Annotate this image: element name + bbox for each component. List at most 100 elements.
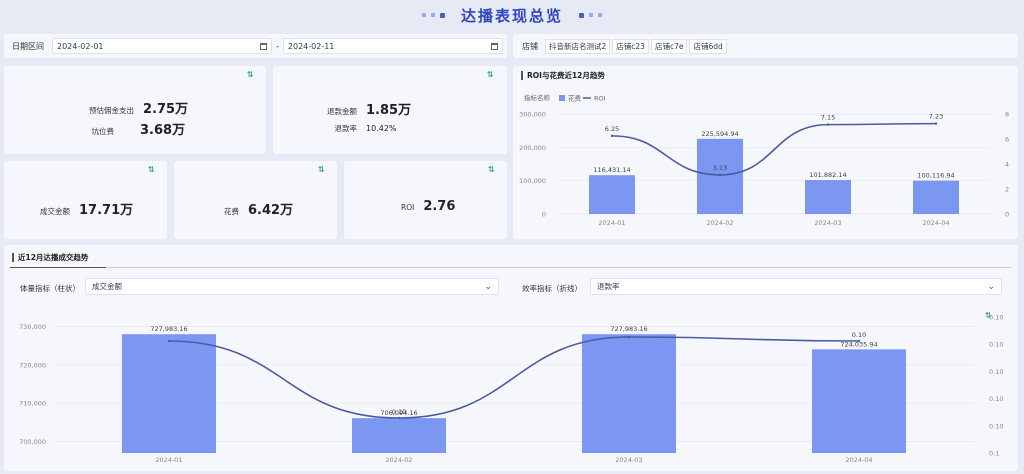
- y-axis-left-tick: 100,000: [519, 177, 546, 185]
- y-axis-left-tick: 710,000: [19, 400, 46, 408]
- roi-line-series[interactable]: [611, 122, 937, 176]
- line-value-label: 0.10: [852, 331, 866, 339]
- slot-fee-label: 坑位费: [91, 127, 115, 136]
- commission-value: 2.75万: [143, 102, 189, 117]
- date-separator: -: [276, 41, 279, 51]
- bar[interactable]: [122, 334, 216, 453]
- cost-value: 6.42万: [248, 203, 294, 218]
- store-tag[interactable]: 店铺6dd: [689, 38, 727, 54]
- line-point[interactable]: [934, 122, 938, 125]
- x-axis-tick: 2024-04: [845, 456, 872, 464]
- bar-value-label: 100,116.94: [917, 172, 954, 180]
- roi-label: ROI: [401, 203, 415, 212]
- trade-trend-chart: 727,983.16706,094.16727,983.16724,035.94…: [19, 314, 1003, 465]
- page-header: 达播表现总览: [0, 0, 1024, 30]
- kpi-card-gmv: ⇅ 成交金额 17.71万: [4, 161, 167, 239]
- line-point[interactable]: [627, 335, 631, 339]
- line-value-label: 7.15: [821, 114, 835, 122]
- y-axis-left-tick: 720,000: [19, 361, 46, 369]
- legend-label-roi: ROI: [594, 95, 606, 103]
- y-axis-left-tick: 0: [542, 211, 546, 219]
- bar-value-label: 225,594.94: [701, 130, 738, 138]
- date-filter-bar: 日期区间 2024-02-01 - 2024-02-11: [4, 34, 507, 58]
- store-tag[interactable]: 店铺c7e: [650, 38, 688, 54]
- bar[interactable]: [812, 349, 906, 453]
- date-range-label: 日期区间: [12, 41, 44, 51]
- sort-icon[interactable]: ⇅: [247, 70, 254, 79]
- calendar-icon: [490, 42, 498, 50]
- sort-icon[interactable]: ⇅: [318, 165, 325, 174]
- header-decoration-right: [579, 12, 602, 18]
- bar[interactable]: [582, 334, 676, 453]
- line-point[interactable]: [610, 134, 614, 138]
- bar-value-label: 101,882.14: [809, 171, 846, 179]
- store-filter-bar: 店铺 抖音新店名测试2 店铺c23 店铺c7e 店铺6dd: [513, 34, 1018, 58]
- line-point[interactable]: [826, 123, 830, 126]
- y-axis-left-tick: 300,000: [519, 111, 546, 119]
- bar[interactable]: [913, 180, 959, 214]
- y-axis-right-tick: 0.10: [989, 395, 1003, 403]
- y-axis-right-tick: 0: [1005, 211, 1009, 219]
- y-axis-right-tick: 6: [1005, 136, 1009, 144]
- y-axis-right-tick: 8: [1005, 111, 1009, 119]
- y-axis-right-tick: 0.10: [989, 314, 1003, 322]
- line-value-label: 0.10: [392, 408, 406, 416]
- line-value-label: 3.13: [713, 164, 727, 172]
- date-end-input[interactable]: 2024-02-11: [282, 38, 503, 54]
- y-axis-right-tick: 0.1: [989, 450, 999, 458]
- refund-rate-value: 10.42%: [366, 124, 397, 133]
- refund-amount-label: 退款金额: [327, 107, 357, 116]
- store-label: 店铺: [522, 41, 538, 51]
- line-value-label: 7.23: [929, 113, 943, 121]
- store-tag[interactable]: 店铺c23: [612, 38, 649, 54]
- slot-fee-value: 3.68万: [140, 123, 186, 138]
- kpi-card-roi: ⇅ ROI 2.76: [344, 161, 507, 239]
- line-point[interactable]: [718, 173, 722, 177]
- x-axis-tick: 2024-04: [922, 219, 949, 227]
- x-axis-tick: 2024-02: [706, 219, 733, 227]
- x-axis-tick: 2024-01: [598, 219, 625, 227]
- roi-chart-card: ROI与花费近12月趋势 指标名称 花费 ROI 116,431.14 225,59…: [513, 66, 1018, 239]
- legend-label-cost: 花费: [568, 94, 582, 103]
- page-title: 达播表现总览: [460, 6, 563, 25]
- x-axis-tick: 2024-03: [814, 219, 841, 227]
- gmv-label: 成交金额: [40, 207, 70, 216]
- bar-value-label: 116,431.14: [593, 166, 630, 174]
- store-tag[interactable]: 抖音新店名测试2: [545, 38, 611, 54]
- bar[interactable]: [352, 418, 446, 453]
- sort-icon[interactable]: ⇅: [148, 165, 155, 174]
- bar-value-label: 724,035.94: [840, 340, 877, 348]
- date-start-input[interactable]: 2024-02-01: [52, 38, 272, 54]
- refund-rate-line-series[interactable]: [168, 336, 860, 419]
- y-axis-right-tick: 0.10: [989, 341, 1003, 349]
- commission-label: 预估佣金支出: [89, 106, 134, 115]
- y-axis-right-tick: 0.10: [989, 422, 1003, 430]
- legend-swatch-bar: [559, 95, 565, 101]
- cost-label: 花费: [224, 207, 239, 216]
- x-axis-tick: 2024-01: [155, 456, 182, 464]
- sort-icon[interactable]: ⇅: [488, 165, 495, 174]
- gmv-value: 17.71万: [79, 203, 134, 218]
- calendar-icon: [260, 42, 267, 50]
- kpi-card-refund: ⇅ 退款金额 1.85万 退款率 10.42%: [273, 66, 507, 154]
- kpi-card-commission: ⇅ 预估佣金支出 2.75万 坑位费 3.68万: [4, 66, 266, 154]
- sort-icon[interactable]: ⇅: [487, 70, 494, 79]
- bar[interactable]: [805, 180, 851, 214]
- refund-rate-label: 退款率: [334, 124, 358, 133]
- bar-value-label: 727,983.16: [610, 325, 647, 333]
- line-point[interactable]: [167, 339, 171, 343]
- roi-value: 2.76: [423, 199, 456, 214]
- x-axis-tick: 2024-02: [385, 456, 412, 464]
- chart-legend[interactable]: 花费 ROI: [559, 94, 606, 103]
- kpi-card-cost: ⇅ 花费 6.42万: [174, 161, 337, 239]
- y-axis-left-tick: 730,000: [19, 323, 46, 331]
- line-point[interactable]: [397, 416, 401, 420]
- y-axis-right-tick: 2: [1005, 186, 1009, 194]
- bar[interactable]: [697, 138, 743, 214]
- trend-chart-card: 近12月达播成交趋势 体量指标（柱状） 成交金额 ⌄ 效率指标（折线） 退款率 …: [4, 245, 1018, 471]
- y-axis-left-tick: 700,000: [19, 438, 46, 446]
- bar[interactable]: [589, 175, 635, 214]
- header-decoration-left: [421, 12, 445, 18]
- legend-prefix: 指标名称: [524, 93, 551, 102]
- x-axis-tick: 2024-03: [615, 456, 642, 464]
